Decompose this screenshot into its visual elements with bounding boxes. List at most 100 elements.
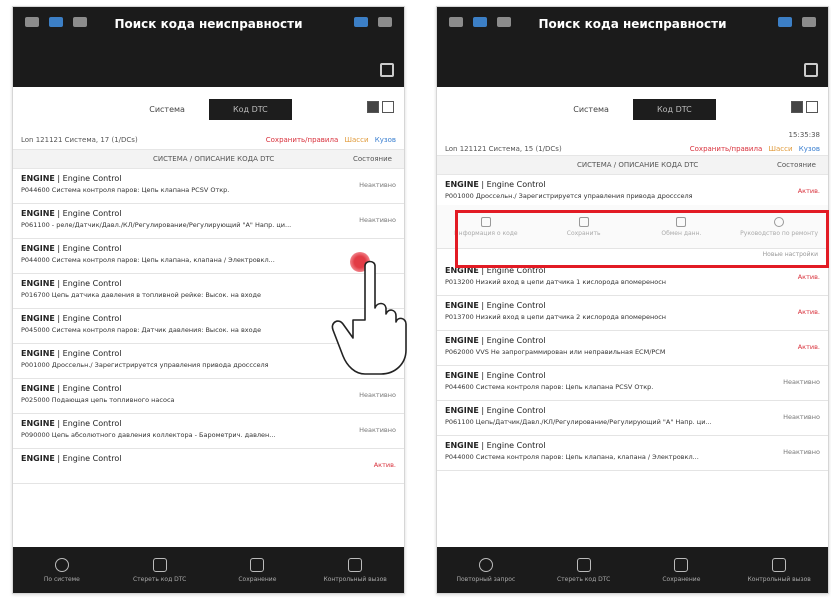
subsystem-name: | Engine Control	[478, 301, 546, 310]
summary-links: Сохранить/правила Шасси Кузов	[686, 145, 820, 153]
hand-pointer-icon	[331, 260, 407, 375]
col-status: Состояние	[352, 155, 392, 163]
link-rules[interactable]: Сохранить/правила	[266, 136, 338, 144]
system-name: ENGINE	[21, 419, 55, 428]
row-system: ENGINE | Engine Control	[445, 441, 820, 450]
download-icon	[674, 557, 689, 572]
dtc-row[interactable]: ENGINE | Engine Control P044600 Система к…	[437, 366, 828, 401]
by-system-button[interactable]: По системе	[17, 557, 107, 583]
save-button[interactable]: Сохранение	[212, 557, 302, 583]
subsystem-name: | Engine Control	[478, 180, 546, 189]
page-title: Поиск кода неисправности	[114, 17, 303, 31]
wifi-icon	[354, 17, 368, 27]
dtc-description: P045000 Система контроля паров: Датчик д…	[21, 326, 262, 334]
subsystem-name: | Engine Control	[54, 244, 122, 253]
status-badge: Неактивно	[783, 413, 820, 421]
status-badge: Актив.	[797, 273, 820, 281]
segment-dtc[interactable]: Код DTC	[208, 98, 292, 120]
view-toggle	[791, 101, 818, 113]
link-body[interactable]: Кузов	[799, 145, 820, 153]
system-name: ENGINE	[445, 301, 479, 310]
trash-icon	[576, 557, 591, 572]
grid-view-icon[interactable]	[367, 101, 379, 113]
dtc-row[interactable]: ENGINE | Engine Control P044000 Система к…	[437, 436, 828, 471]
wifi-icon	[778, 17, 792, 27]
control-call-button[interactable]: Контрольный вызов	[734, 557, 824, 583]
grid-view-icon[interactable]	[791, 101, 803, 113]
row-system: ENGINE | Engine Control	[21, 244, 396, 253]
subsystem-name: | Engine Control	[478, 371, 546, 380]
segment-system[interactable]: Система	[125, 99, 209, 120]
top-right-icons	[354, 17, 392, 27]
system-name: ENGINE	[445, 371, 479, 380]
status-badge: Неактивно	[359, 216, 396, 224]
home-icon[interactable]	[380, 63, 394, 77]
dtc-row[interactable]: ENGINE | Engine Control P044600 Система к…	[13, 169, 404, 204]
subsystem-name: | Engine Control	[54, 314, 122, 323]
page-title: Поиск кода неисправности	[538, 17, 727, 31]
system-name: ENGINE	[21, 174, 55, 183]
list-view-icon[interactable]	[806, 101, 818, 113]
row-system: ENGINE | Engine Control	[445, 301, 820, 310]
dtc-row[interactable]: ENGINE | Engine Control P062000 VVS Не за…	[437, 331, 828, 366]
link-chassis[interactable]: Шасси	[344, 136, 368, 144]
subsystem-name: | Engine Control	[54, 174, 122, 183]
bottom-toolbar: Повторный запрос Стереть код DTC Сохране…	[437, 547, 828, 593]
subsystem-name: | Engine Control	[54, 384, 122, 393]
dtc-row[interactable]: ENGINE | Engine Control P013700 Низкий вх…	[437, 296, 828, 331]
system-name: ENGINE	[445, 441, 479, 450]
dtc-description: P061100 - реле/Датчик/Давл./КЛ/Регулиров…	[21, 221, 292, 229]
erase-dtc-button[interactable]: Стереть код DTC	[539, 557, 629, 583]
dtc-row[interactable]: ENGINE | Engine Control P061100 Цепь/Датч…	[437, 401, 828, 436]
subsystem-name: | Engine Control	[54, 349, 122, 358]
refresh-button[interactable]: Повторный запрос	[441, 557, 531, 583]
row-system: ENGINE | Engine Control	[21, 209, 396, 218]
system-name: ENGINE	[21, 384, 55, 393]
summary-text: Lon 121121 Система, 15 (1/DCs)	[445, 145, 562, 153]
dtc-description: P044000 Система контроля паров: Цепь кла…	[21, 256, 275, 264]
dtc-row[interactable]: ENGINE | Engine Control P025000 Подающая …	[13, 379, 404, 414]
status-badge: Неактивно	[783, 378, 820, 386]
document-icon	[772, 557, 787, 572]
selected-dtc-row[interactable]: ENGINE | Engine Control P001000 Дроссель…	[437, 175, 828, 205]
erase-dtc-button[interactable]: Стереть код DTC	[115, 557, 205, 583]
home-icon[interactable]	[804, 63, 818, 77]
subsystem-name: | Engine Control	[54, 209, 122, 218]
control-call-button[interactable]: Контрольный вызов	[310, 557, 400, 583]
dtc-description: P044000 Система контроля паров: Цепь кла…	[445, 453, 699, 461]
right-screen: Поиск кода неисправности Система Код DTC…	[436, 6, 829, 594]
subsystem-name: | Engine Control	[54, 454, 122, 463]
system-name: ENGINE	[21, 314, 55, 323]
system-name: ENGINE	[21, 349, 55, 358]
link-rules[interactable]: Сохранить/правила	[690, 145, 762, 153]
system-name: ENGINE	[21, 209, 55, 218]
subsystem-name: | Engine Control	[478, 336, 546, 345]
link-chassis[interactable]: Шасси	[768, 145, 792, 153]
col-status: Состояние	[776, 161, 816, 169]
status-badge: Неактивно	[359, 391, 396, 399]
system-name: ENGINE	[445, 180, 479, 189]
link-body[interactable]: Кузов	[375, 136, 396, 144]
row-system: ENGINE | Engine Control	[21, 419, 396, 428]
settings-icon[interactable]	[802, 17, 816, 27]
segment-toggle: Система Код DTC	[13, 87, 404, 131]
dtc-summary: Lon 121121 Система, 17 (1/DCs) Сохранить…	[13, 131, 404, 149]
highlight-box	[455, 210, 829, 268]
settings-icon[interactable]	[378, 17, 392, 27]
segment-system[interactable]: Система	[549, 99, 633, 120]
status-badge: Неактивно	[783, 448, 820, 456]
dtc-row[interactable]: ENGINE | Engine Control Актив.	[13, 449, 404, 484]
refresh-icon	[478, 557, 493, 572]
row-system: ENGINE | Engine Control	[445, 336, 820, 345]
row-system: ENGINE | Engine Control	[445, 371, 820, 380]
subsystem-name: | Engine Control	[478, 406, 546, 415]
dtc-row[interactable]: ENGINE | Engine Control P090000 Цепь абсо…	[13, 414, 404, 449]
dtc-list: ENGINE | Engine Control P013200 Низкий вх…	[437, 261, 828, 471]
dtc-description: P062000 VVS Не запрограммирован или непр…	[445, 348, 666, 356]
list-view-icon[interactable]	[382, 101, 394, 113]
segment-dtc[interactable]: Код DTC	[632, 98, 716, 120]
dtc-row[interactable]: ENGINE | Engine Control P061100 - реле/Да…	[13, 204, 404, 239]
summary-links: Сохранить/правила Шасси Кузов	[262, 136, 396, 144]
row-system: ENGINE | Engine Control	[21, 384, 396, 393]
save-button[interactable]: Сохранение	[636, 557, 726, 583]
